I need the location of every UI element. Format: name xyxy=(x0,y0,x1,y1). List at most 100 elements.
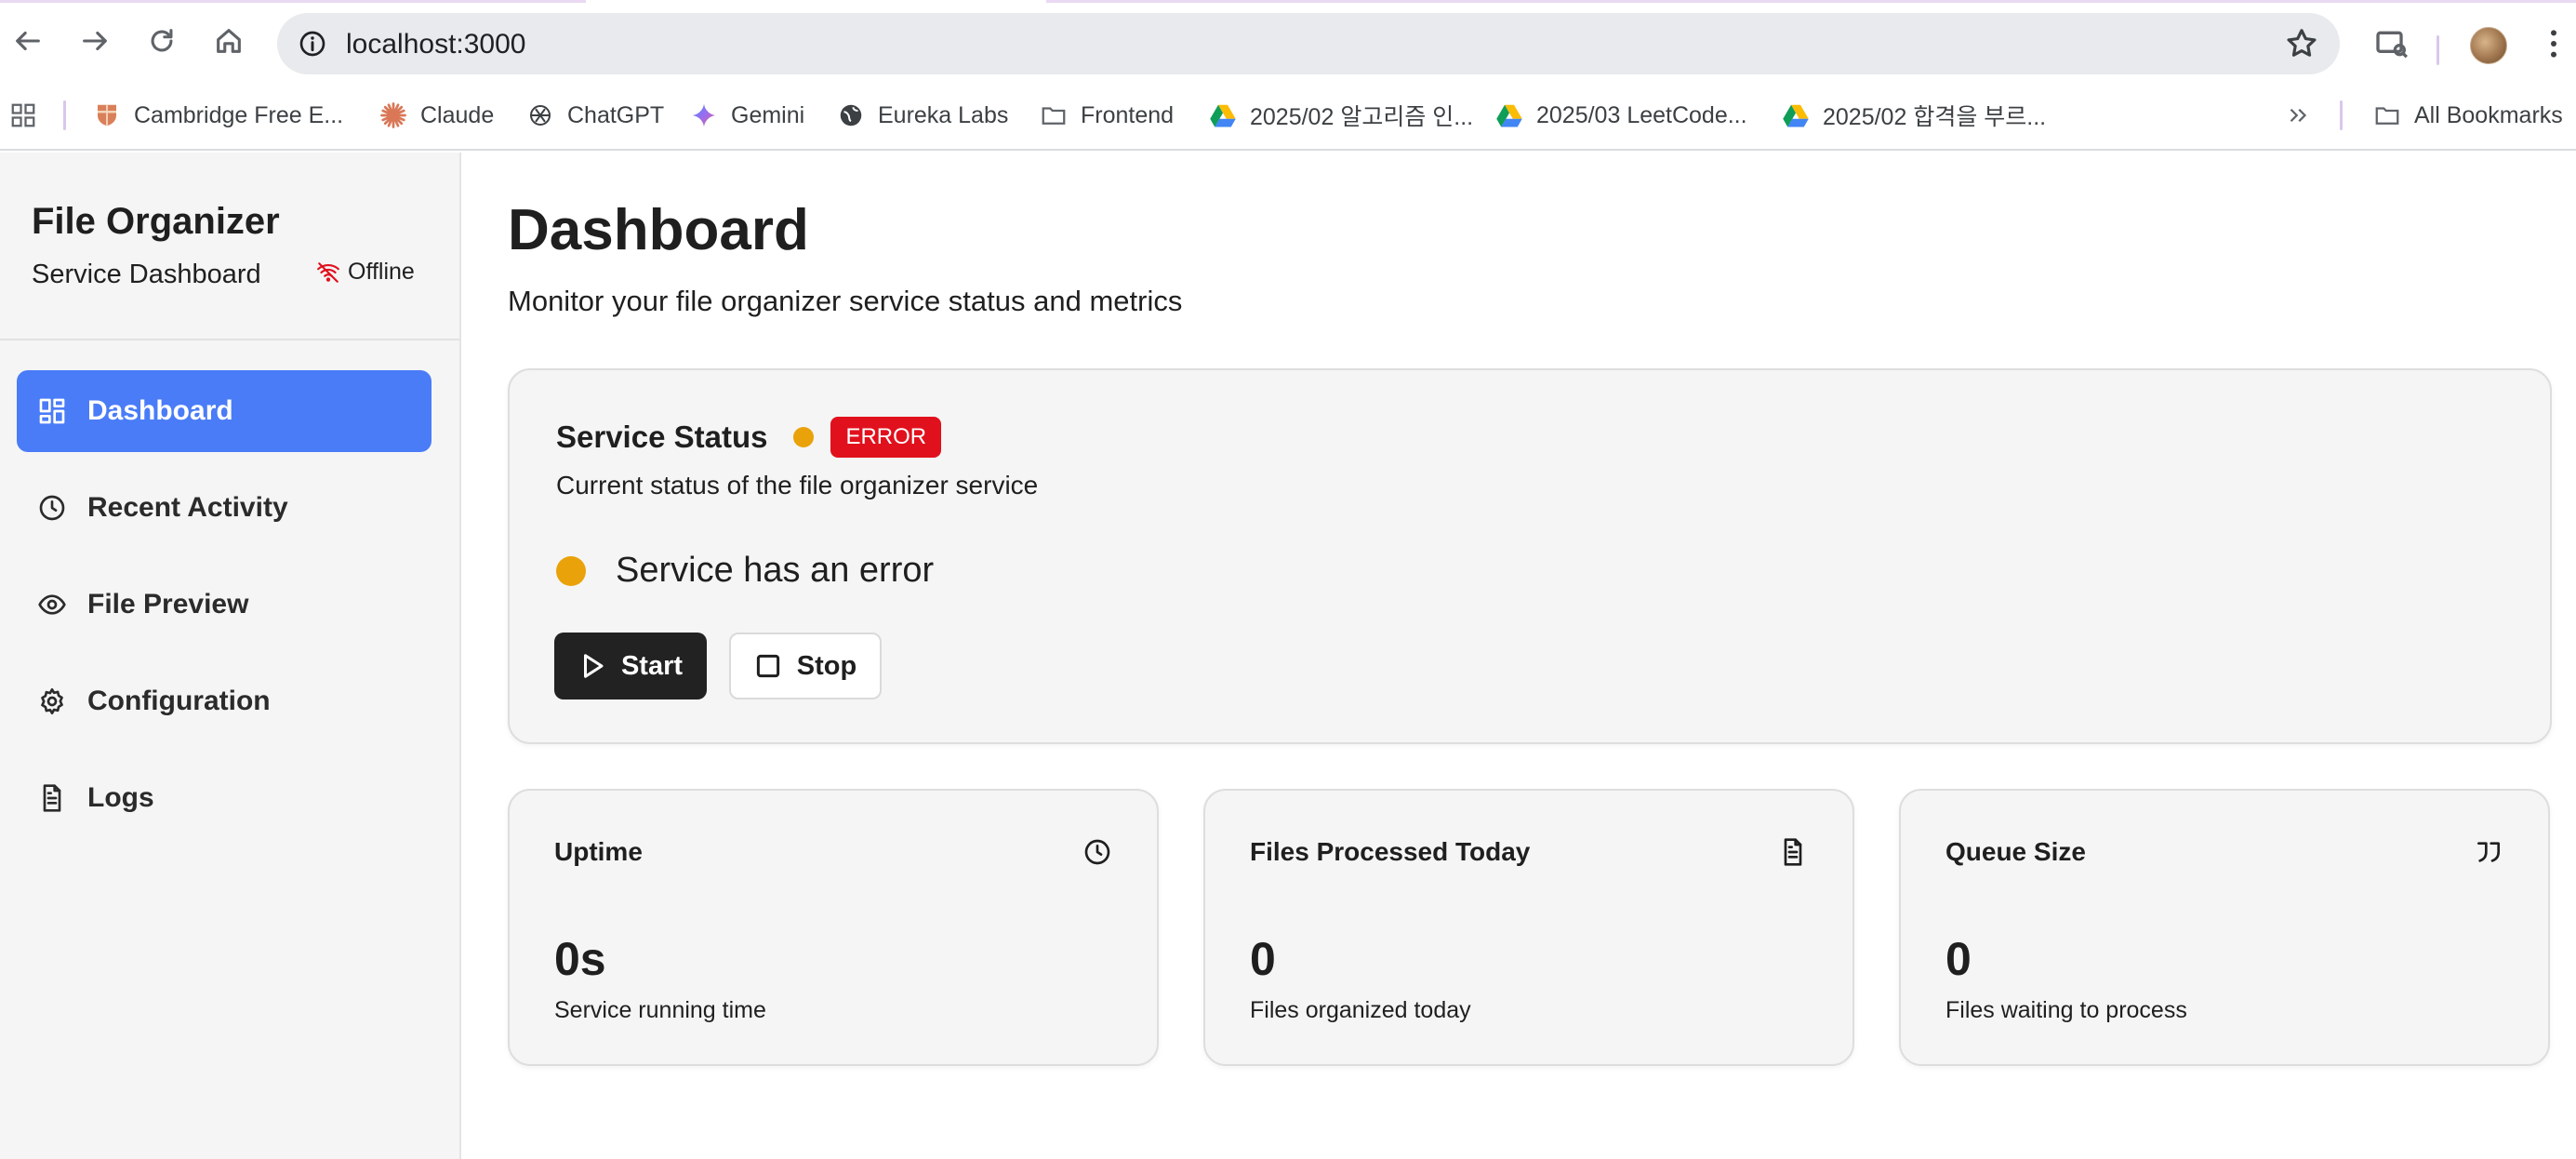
cambridge-shield-icon xyxy=(93,101,121,129)
screen-search-icon xyxy=(2376,31,2409,59)
bookmark-drive-1[interactable]: 2025/02 알고리즘 인... xyxy=(1209,97,1473,134)
folder-icon xyxy=(1040,101,1068,129)
service-status-message: Service has an error xyxy=(616,551,935,590)
folder-icon xyxy=(2373,101,2401,129)
bookmark-gemini[interactable]: Gemini xyxy=(690,97,804,134)
metric-title: Queue Size xyxy=(1945,837,2086,866)
sidebar-item-label: Configuration xyxy=(87,686,271,716)
bookmark-star-button[interactable] xyxy=(2284,26,2319,61)
bookmark-label: Claude xyxy=(420,101,495,128)
bookmarks-divider xyxy=(63,100,66,130)
forward-button[interactable] xyxy=(69,15,121,67)
page-title: Dashboard xyxy=(508,198,809,262)
clock-icon xyxy=(39,495,65,521)
service-status-card: Service Status ERROR Current status of t… xyxy=(508,368,2552,744)
sidebar-item-recent-activity[interactable]: Recent Activity xyxy=(17,467,432,549)
claude-icon xyxy=(379,101,407,129)
star-icon xyxy=(2287,29,2317,57)
sidebar-item-label: File Preview xyxy=(87,589,249,619)
status-indicator-dot xyxy=(793,427,815,447)
globe-icon xyxy=(837,101,865,129)
service-status-title: Service Status xyxy=(556,420,768,454)
browser-menu-button[interactable] xyxy=(2535,20,2572,67)
app-root: File Organizer Service Dashboard Offline… xyxy=(0,153,2576,1159)
sidebar: File Organizer Service Dashboard Offline… xyxy=(0,153,461,1159)
bookmark-claude[interactable]: Claude xyxy=(379,97,494,134)
sidebar-item-dashboard[interactable]: Dashboard xyxy=(17,370,432,452)
metric-value: 0 xyxy=(1250,933,1276,985)
bookmark-label: 2025/03 LeetCode... xyxy=(1536,101,1747,128)
metric-value: 0 xyxy=(1945,933,1972,985)
sidebar-divider xyxy=(0,339,459,340)
reload-icon xyxy=(151,29,173,52)
service-status-description: Current status of the file organizer ser… xyxy=(556,471,1039,500)
sidebar-item-label: Dashboard xyxy=(87,395,233,426)
arrow-left-icon xyxy=(16,31,40,51)
bookmarks-bar: Cambridge Free E... Claude ChatGPT Gemin… xyxy=(0,82,2576,151)
quote-icon xyxy=(2474,837,2503,867)
home-button[interactable] xyxy=(203,15,255,67)
bookmark-drive-2[interactable]: 2025/03 LeetCode... xyxy=(1495,97,1747,134)
metric-title: Uptime xyxy=(554,837,643,866)
app-title: File Organizer xyxy=(32,201,280,242)
profile-avatar[interactable] xyxy=(2470,27,2507,64)
toolbar-divider xyxy=(2437,35,2439,65)
page-subtitle: Monitor your file organizer service stat… xyxy=(508,285,1183,317)
apps-grid-icon xyxy=(9,101,37,129)
sidebar-item-configuration[interactable]: Configuration xyxy=(17,660,432,742)
back-button[interactable] xyxy=(2,15,54,67)
grid-icon xyxy=(39,398,65,424)
app-subtitle: Service Dashboard xyxy=(32,260,261,289)
bookmark-cambridge[interactable]: Cambridge Free E... xyxy=(93,97,343,134)
sidebar-item-label: Logs xyxy=(87,782,154,813)
start-button[interactable]: Start xyxy=(554,633,707,699)
metric-card-files-processed: Files Processed Today 0 Files organized … xyxy=(1203,789,1854,1066)
status-badge: ERROR xyxy=(830,417,942,458)
bookmark-drive-3[interactable]: 2025/02 합격을 부르... xyxy=(1782,97,2046,134)
file-text-icon xyxy=(1778,837,1808,867)
metric-card-queue-size: Queue Size 0 Files waiting to process xyxy=(1899,789,2550,1066)
bookmark-label: Cambridge Free E... xyxy=(134,101,344,128)
bookmark-eureka-labs[interactable]: Eureka Labs xyxy=(837,97,1008,134)
bookmark-label: Gemini xyxy=(731,101,805,128)
start-button-label: Start xyxy=(620,650,684,681)
sidebar-item-label: Recent Activity xyxy=(87,492,288,523)
more-vertical-icon xyxy=(2551,30,2556,58)
metric-card-uptime: Uptime 0s Service running time xyxy=(508,789,1159,1066)
sidebar-item-logs[interactable]: Logs xyxy=(17,757,432,839)
address-bar[interactable]: localhost:3000 xyxy=(277,13,2340,74)
google-drive-icon xyxy=(1209,101,1237,129)
bookmark-chatgpt[interactable]: ChatGPT xyxy=(526,97,664,134)
gemini-icon xyxy=(690,101,718,129)
metric-description: Files organized today xyxy=(1250,997,1471,1023)
bookmark-label: Frontend xyxy=(1081,101,1175,128)
reload-button[interactable] xyxy=(136,15,188,67)
sidebar-item-file-preview[interactable]: File Preview xyxy=(17,564,432,646)
square-icon xyxy=(756,654,779,678)
stop-button-label: Stop xyxy=(796,650,857,681)
chatgpt-icon xyxy=(526,101,554,129)
bookmark-label: 2025/02 알고리즘 인... xyxy=(1250,104,1474,130)
all-bookmarks-button[interactable]: All Bookmarks xyxy=(2373,97,2563,134)
eye-icon xyxy=(38,594,66,615)
bookmark-label: Eureka Labs xyxy=(878,101,1009,128)
apps-button[interactable] xyxy=(9,97,50,134)
browser-toolbar: localhost:3000 xyxy=(0,7,2576,82)
connection-status-label: Offline xyxy=(348,259,415,285)
bookmark-label: 2025/02 합격을 부르... xyxy=(1823,104,2047,130)
bookmark-label: ChatGPT xyxy=(567,101,665,128)
all-bookmarks-label: All Bookmarks xyxy=(2414,101,2563,128)
metric-title: Files Processed Today xyxy=(1250,837,1531,866)
bookmarks-overflow-button[interactable] xyxy=(2284,97,2325,134)
site-info-button[interactable] xyxy=(294,25,331,62)
google-drive-icon xyxy=(1782,101,1810,129)
lens-search-button[interactable] xyxy=(2366,20,2418,67)
metric-description: Service running time xyxy=(554,997,766,1023)
wifi-off-icon xyxy=(317,261,339,283)
play-icon xyxy=(583,654,604,678)
tab-strip-accent xyxy=(0,0,586,3)
bookmark-folder-frontend[interactable]: Frontend xyxy=(1040,97,1174,134)
stop-button[interactable]: Stop xyxy=(729,633,882,699)
url-text[interactable]: localhost:3000 xyxy=(346,29,525,60)
home-icon xyxy=(217,29,241,53)
